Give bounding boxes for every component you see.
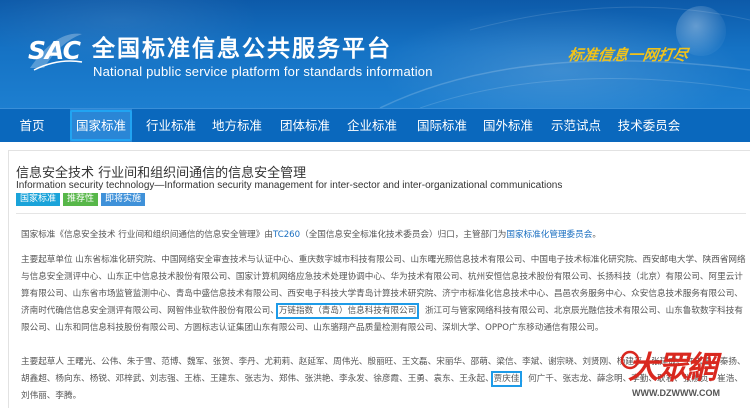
authority-link[interactable]: 国家标准化管理委员会 bbox=[506, 230, 592, 240]
nav-item-enterprise-standards[interactable]: 企业标准 bbox=[341, 109, 403, 142]
nav-item-group-standards[interactable]: 团体标准 bbox=[274, 109, 336, 142]
nav-item-industry-standards[interactable]: 行业标准 bbox=[140, 109, 202, 142]
tag-recommended: 推荐性 bbox=[63, 193, 99, 206]
committee-text-3: 。 bbox=[592, 230, 601, 240]
watermark-logo-text: 大眾網 bbox=[628, 350, 717, 386]
title-divider bbox=[16, 213, 746, 214]
committee-text-1: 国家标准《信息安全技术 行业间和组织间通信的信息安全管理》由 bbox=[21, 230, 273, 240]
tag-upcoming: 即将实施 bbox=[101, 193, 146, 206]
nav-item-national-standards[interactable]: 国家标准 bbox=[70, 109, 132, 142]
nav-item-technical-committees[interactable]: 技术委员会 bbox=[612, 109, 686, 142]
watermark-url: WWW.DZWWW.COM bbox=[632, 388, 720, 398]
site-subtitle: National public service platform for sta… bbox=[93, 64, 433, 79]
nav-item-international-standards[interactable]: 国际标准 bbox=[411, 109, 473, 142]
highlighted-drafter: 贾庆佳 bbox=[490, 371, 523, 387]
committee-link[interactable]: TC260 bbox=[273, 230, 300, 240]
standard-tags: 国家标准 推荐性 即将实施 bbox=[16, 193, 146, 207]
tag-national-standard: 国家标准 bbox=[16, 193, 61, 206]
highlighted-drafting-unit: 万链指数（青岛）信息科技有限公司 bbox=[275, 303, 420, 319]
standard-title-en: Information security technology—Informat… bbox=[16, 180, 563, 191]
standard-title-cn: 信息安全技术 行业间和组织间通信的信息安全管理 bbox=[16, 166, 307, 181]
logo-text: SAC bbox=[28, 36, 81, 65]
nav-item-demonstration-pilots[interactable]: 示范试点 bbox=[545, 109, 607, 142]
drafting-units-paragraph: 主要起草单位 山东省标准化研究院、中国网络安全审查技术与认证中心、重庆数字城市科… bbox=[21, 252, 749, 337]
committee-paragraph: 国家标准《信息安全技术 行业间和组织间通信的信息安全管理》由TC260（全国信息… bbox=[21, 227, 749, 244]
site-title: 全国标准信息公共服务平台 bbox=[92, 36, 392, 62]
dzwww-watermark: 大眾網 WWW.DZWWW.COM bbox=[620, 342, 746, 404]
sac-logo[interactable]: SAC bbox=[26, 28, 84, 72]
nav-item-foreign-standards[interactable]: 国外标准 bbox=[477, 109, 539, 142]
nav-item-local-standards[interactable]: 地方标准 bbox=[206, 109, 268, 142]
site-slogan: 标准信息一网打尽 bbox=[566, 46, 690, 64]
main-nav: 首页 国家标准 行业标准 地方标准 团体标准 企业标准 国际标准 国外标准 示范… bbox=[0, 108, 750, 142]
committee-text-2: （全国信息安全标准化技术委员会）归口，主管部门为 bbox=[300, 230, 507, 240]
site-header: SAC 全国标准信息公共服务平台 National public service… bbox=[0, 0, 750, 108]
nav-item-home[interactable]: 首页 bbox=[10, 109, 54, 142]
